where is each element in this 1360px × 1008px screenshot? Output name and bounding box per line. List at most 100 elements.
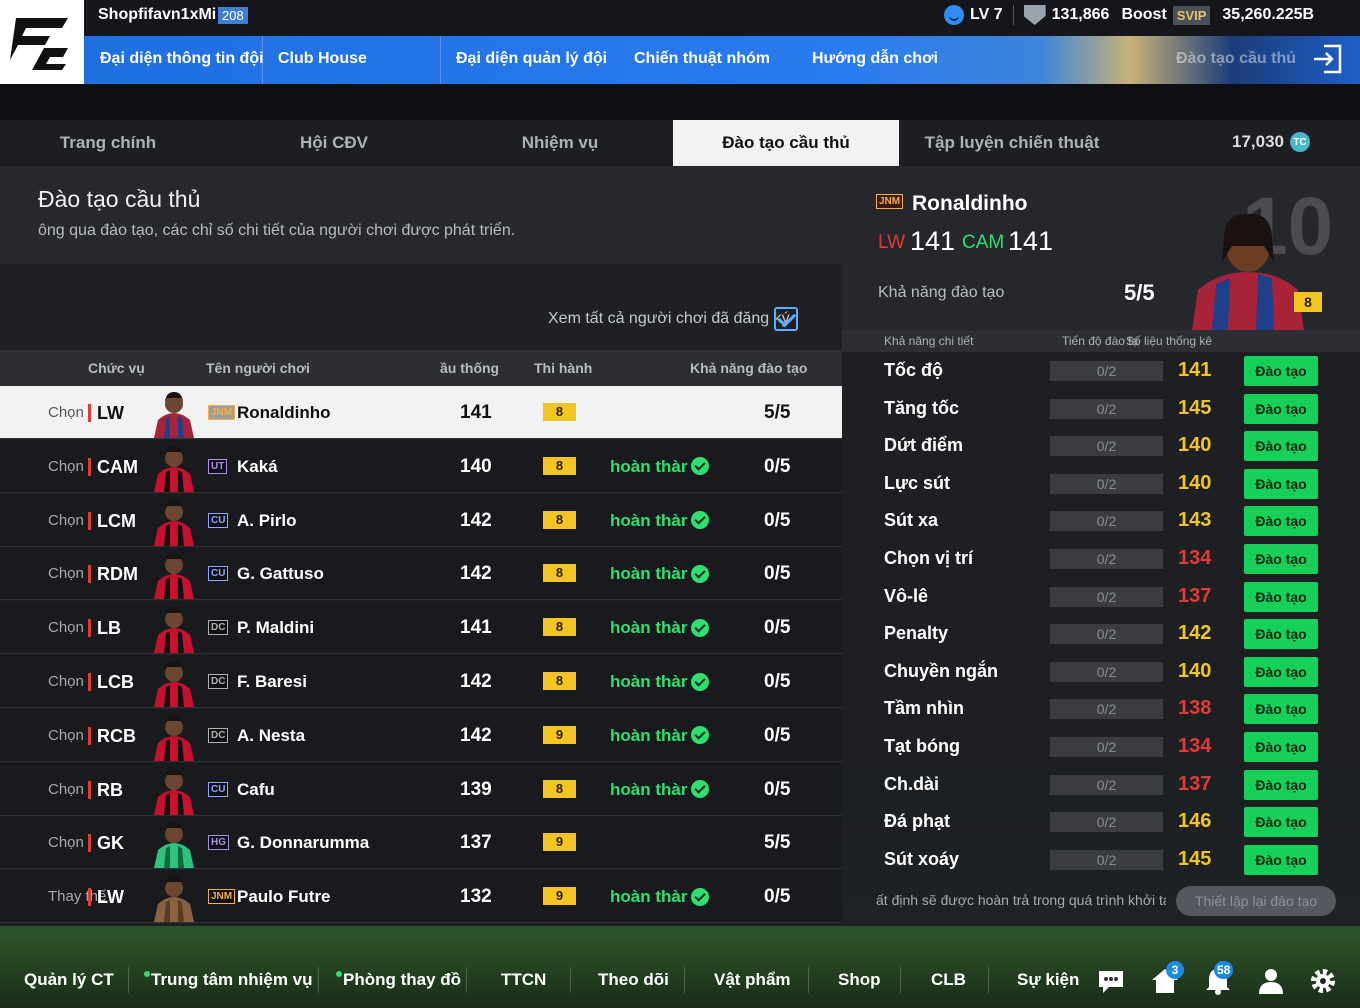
chat-icon[interactable] <box>1096 966 1126 996</box>
season-badge: DC <box>208 674 229 689</box>
bottom-follow[interactable]: Theo dõi <box>598 970 669 990</box>
check-circle-icon <box>691 672 710 691</box>
season-badge: JNM <box>876 194 904 209</box>
stat-name: Tầm nhìn <box>884 698 964 719</box>
player-name: Kaká <box>237 456 278 476</box>
exit-icon[interactable] <box>1310 42 1344 76</box>
bottom-events[interactable]: Sự kiện <box>1017 970 1079 990</box>
tab-tactical-practice[interactable]: Tập luyện chiến thuật <box>904 120 1120 166</box>
page-title: Đào tạo cầu thủ <box>38 186 201 212</box>
settings-gear-icon[interactable] <box>1308 966 1338 996</box>
nav-team-tactics[interactable]: Chiến thuật nhóm <box>634 50 770 68</box>
stat-name: Chọn vị trí <box>884 548 973 568</box>
status-complete: hoàn thàr <box>610 709 710 762</box>
stat-row: Sút xa 0/2 143 Đào tạo <box>842 502 1360 540</box>
choose-label[interactable]: Chọn <box>48 816 84 869</box>
train-stat-button[interactable]: Đào tạo <box>1244 393 1318 424</box>
bottom-items[interactable]: Vật phẩm <box>714 970 791 990</box>
player-name: P. Maldini <box>237 618 315 638</box>
upgrade-level-badge: 8 <box>543 564 576 583</box>
train-stat-button[interactable]: Đào tạo <box>1244 807 1318 838</box>
table-row[interactable]: Thay thế LW JNM Paulo Futre 132 9 hoàn thàr 0/5 <box>0 870 842 924</box>
training-list-panel: Đào tạo cầu thủ ông qua đào tạo, các chỉ… <box>0 166 842 926</box>
nav-player-training[interactable]: Đào tạo cầu thủ <box>1176 50 1296 68</box>
nav-guide[interactable]: Hướng dẫn chơi <box>812 50 938 68</box>
table-row[interactable]: Chọn LCM CU A. Pirlo 142 8 hoàn thàr 0/5 <box>0 493 842 547</box>
choose-label[interactable]: Chọn <box>48 440 84 493</box>
train-stat-button[interactable]: Đào tạo <box>1244 619 1318 650</box>
train-stat-button[interactable]: Đào tạo <box>1244 769 1318 800</box>
train-stat-button[interactable]: Đào tạo <box>1244 356 1318 386</box>
choose-label[interactable]: Chọn <box>48 763 84 816</box>
tab-missions[interactable]: Nhiệm vụ <box>452 120 668 166</box>
stat-value: 134 <box>1178 547 1212 569</box>
stat-progress: 0/2 <box>1050 661 1163 682</box>
profile-icon[interactable] <box>1256 966 1286 996</box>
status-text: hoàn thàr <box>610 456 688 476</box>
player-ovr: 142 <box>460 671 492 692</box>
player-thumbnail <box>154 876 194 923</box>
train-stat-button[interactable]: Đào tạo <box>1244 468 1318 499</box>
train-stat-button[interactable]: Đào tạo <box>1244 506 1318 537</box>
stat-table-header: Khả năng chi tiết Tiến độ đào tạ Số liệu… <box>842 330 1360 352</box>
tab-home[interactable]: Trang chính <box>0 120 216 166</box>
table-row[interactable]: Chọn RB CU Cafu 139 8 hoàn thàr 0/5 <box>0 762 842 816</box>
train-stat-button[interactable]: Đào tạo <box>1244 732 1318 762</box>
bottom-mission-center[interactable]: Trung tâm nhiệm vụ <box>144 970 313 990</box>
nav-club-house[interactable]: Club House <box>278 50 367 68</box>
balance-value: 35,260.225B <box>1222 6 1315 23</box>
stat-row: Chọn vị trí 0/2 134 Đào tạo <box>842 540 1360 578</box>
table-row[interactable]: Chọn RDM CU G. Gattuso 142 8 hoàn thàr 0/5 <box>0 547 842 601</box>
train-stat-button[interactable]: Đào tạo <box>1244 656 1318 687</box>
tab-fan-club[interactable]: Hội CĐV <box>226 120 442 166</box>
choose-label[interactable]: Chọn <box>48 709 84 762</box>
status-text: hoàn thàr <box>610 887 688 907</box>
table-row[interactable]: Chọn LW JNM Ronaldinho 141 8 5/5 <box>0 386 842 439</box>
reset-training-button[interactable]: Thiết lập lại đào tạo <box>1176 886 1336 916</box>
upgrade-level-badge: 8 <box>543 456 576 475</box>
choose-label[interactable]: Chọn <box>48 494 84 547</box>
divider <box>318 967 319 993</box>
bottom-club[interactable]: CLB <box>931 970 966 990</box>
nav-team-info[interactable]: Đại diện thông tin đội <box>100 50 264 68</box>
table-row[interactable]: Chọn CAM UT Kaká 140 8 hoàn thàr 0/5 <box>0 439 842 493</box>
train-stat-button[interactable]: Đào tạo <box>1244 544 1318 574</box>
table-row[interactable]: Chọn LB DC P. Maldini 141 8 hoàn thàr 0/5 <box>0 601 842 655</box>
nav-team-management[interactable]: Đại diện quản lý đội <box>456 50 607 68</box>
choose-label[interactable]: Chọn <box>48 655 84 708</box>
coin-value: 17,030 <box>1232 132 1284 151</box>
player-ovr: 141 <box>460 402 492 423</box>
table-row[interactable]: Chọn RCB DC A. Nesta 142 9 hoàn thàr 0/5 <box>0 708 842 762</box>
train-stat-button[interactable]: Đào tạo <box>1244 694 1318 725</box>
secondary-ovr: 141 <box>1008 226 1054 256</box>
tc-coin-icon: TC <box>1290 132 1310 152</box>
bottom-shop[interactable]: Shop <box>838 970 881 990</box>
bottom-locker-room[interactable]: Phòng thay đồ <box>336 970 461 990</box>
col-player-name: Tên người chơi <box>206 360 310 376</box>
primary-ovr: 141 <box>910 226 956 256</box>
player-name: G. Gattuso <box>237 564 324 584</box>
choose-label[interactable]: Chọn <box>48 547 84 600</box>
table-row[interactable]: Chọn GK HG G. Donnarumma 137 9 5/5 <box>0 816 842 870</box>
divider <box>440 36 441 84</box>
train-capacity-value: 5/5 <box>1124 280 1155 305</box>
divider <box>570 967 571 993</box>
status-text: hoàn thàr <box>610 510 688 530</box>
stat-name: Penalty <box>884 623 949 644</box>
table-row[interactable]: Chọn LCB DC F. Baresi 142 8 hoàn thàr 0/5 <box>0 655 842 708</box>
stat-progress: 0/2 <box>1050 549 1163 569</box>
view-all-checkbox[interactable] <box>774 307 798 331</box>
tab-player-training[interactable]: Đào tạo cầu thủ <box>673 120 899 166</box>
bottom-ttcn[interactable]: TTCN <box>501 970 546 990</box>
stat-name: Ch.dài <box>884 773 940 794</box>
fc-logo[interactable] <box>0 0 84 84</box>
train-stat-button[interactable]: Đào tạo <box>1244 431 1318 462</box>
player-ovr: 137 <box>460 832 492 854</box>
stat-value: 145 <box>1178 847 1212 870</box>
stat-progress: 0/2 <box>1050 473 1163 494</box>
choose-label[interactable]: Chọn <box>48 386 84 439</box>
choose-label[interactable]: Chọn <box>48 601 84 654</box>
bottom-squad-management[interactable]: Quản lý CT <box>24 970 114 990</box>
train-stat-button[interactable]: Đào tạo <box>1244 844 1318 875</box>
train-stat-button[interactable]: Đào tạo <box>1244 581 1318 612</box>
